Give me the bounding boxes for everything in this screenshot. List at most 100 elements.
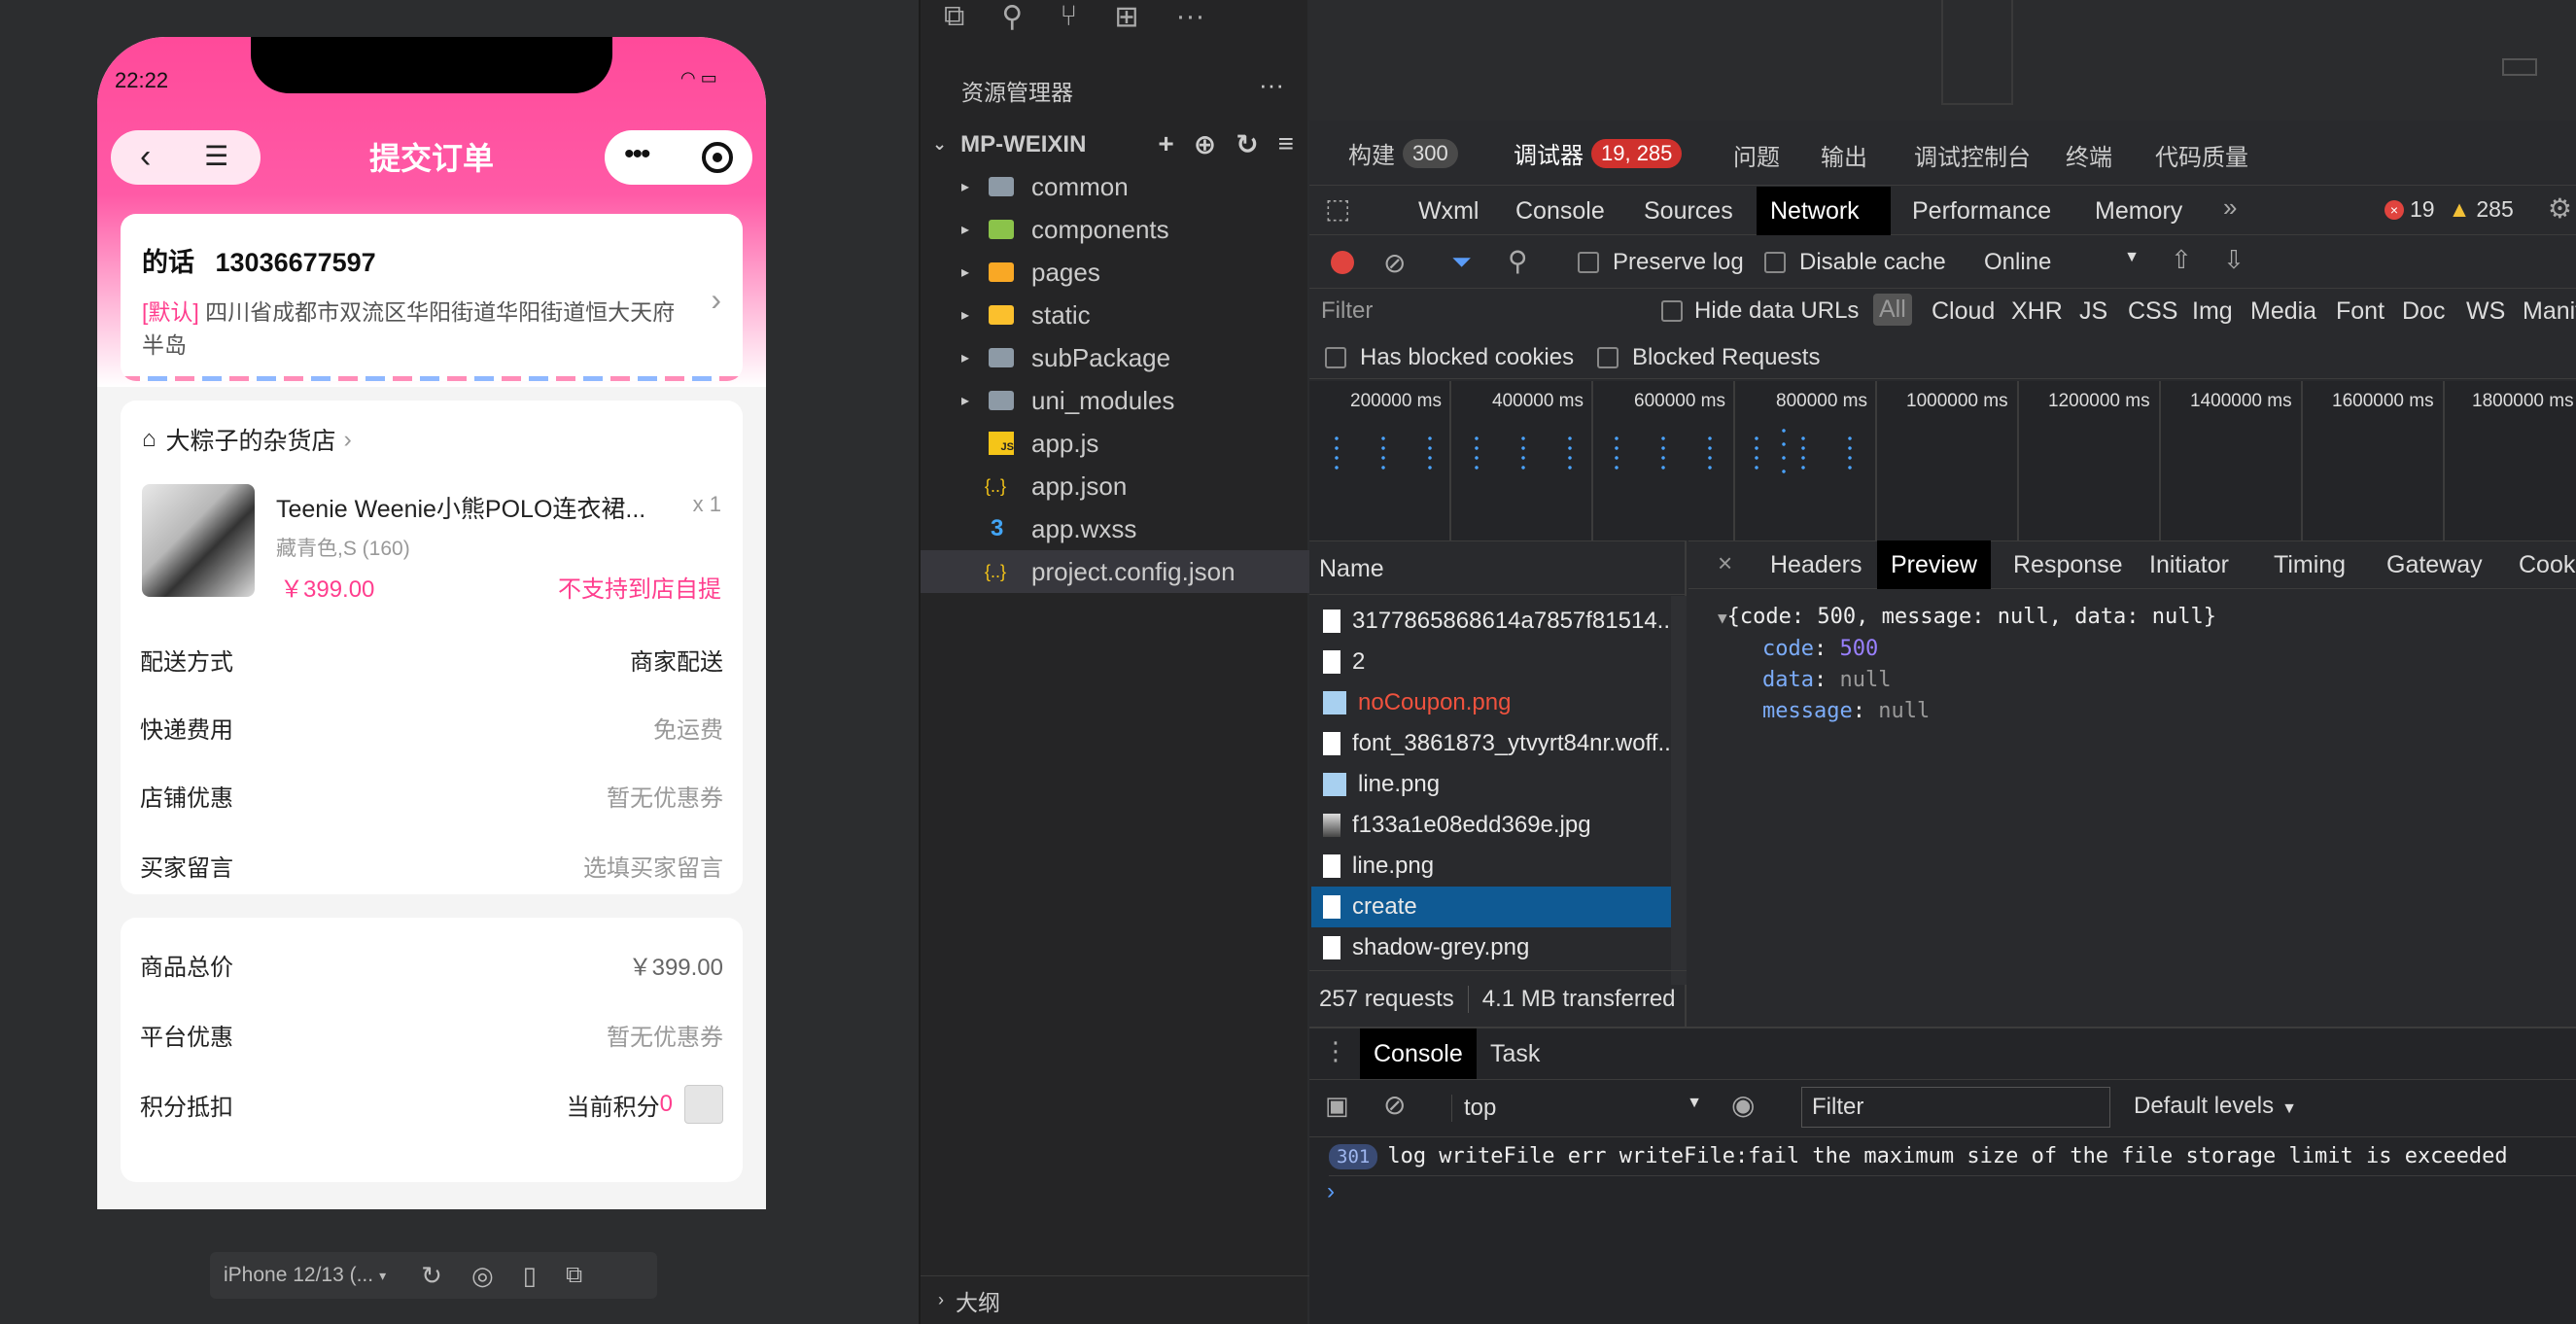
tab-code-quality[interactable]: 代码质量 [2155,138,2248,172]
drawer-menu-icon[interactable]: ⋮ [1323,1036,1348,1066]
eye-icon[interactable]: ◉ [1731,1089,1755,1121]
blocked-cookies-toggle[interactable]: Has blocked cookies [1325,344,1574,371]
tree-item-file[interactable]: JS app.js [921,422,1309,465]
record-icon[interactable] [1331,251,1354,274]
tab-network[interactable]: Network [1757,187,1891,235]
tree-item-folder[interactable]: ▸ components [921,208,1309,251]
more-icon[interactable]: ··· [1176,0,1205,34]
console-message[interactable]: 301 log writeFile err writeFile:fail the… [1329,1137,2576,1176]
tab-gateway[interactable]: Gateway [2373,540,2496,589]
tab-terminal[interactable]: 终端 [2066,138,2112,172]
request-row-selected[interactable]: create [1311,887,1671,927]
filter-icon[interactable]: ⏷ [1451,247,1472,278]
tree-item-file[interactable]: {..} app.json [921,465,1309,507]
filter-all[interactable]: All [1873,294,1912,326]
gear-icon[interactable]: ⚙ [2548,192,2572,225]
new-file-icon[interactable]: + [1158,128,1173,160]
filter-img[interactable]: Img [2192,297,2233,326]
throttle-select[interactable]: Online ▼ [1984,249,2140,276]
request-row[interactable]: 3177865868614a7857f81514.. [1311,601,1671,642]
issue-counters[interactable]: × 19 ▲ 285 [2385,196,2514,223]
scrollbar[interactable] [1671,596,1687,985]
drawer-tab-task[interactable]: Task [1477,1028,1553,1079]
tab-wxml[interactable]: Wxml [1405,187,1492,235]
tab-issues[interactable]: 问题 [1733,138,1780,172]
clear-icon[interactable]: ⊘ [1383,247,1406,279]
record-icon[interactable]: ◎ [471,1261,494,1291]
console-prompt-icon[interactable]: › [1327,1178,1335,1205]
timeline-overview[interactable]: 200000 ms 400000 ms 600000 ms 800000 ms … [1309,381,2576,540]
tab-debugger[interactable]: 调试器 19, 285 [1514,136,1683,170]
checkbox[interactable] [1325,347,1346,368]
product-image[interactable] [142,484,255,597]
filter-css[interactable]: CSS [2128,297,2177,326]
request-row[interactable]: 2 [1311,642,1671,682]
filter-input[interactable]: Filter [1321,297,1642,325]
files-icon[interactable]: ⧉ [944,0,964,34]
tab-console[interactable]: Console [1502,187,1619,235]
triangle-down-icon[interactable]: ▼ [1718,609,1727,627]
tab-timing[interactable]: Timing [2260,540,2359,589]
panel-icon[interactable] [2502,58,2537,76]
filter-js[interactable]: JS [2079,297,2107,326]
tab-response[interactable]: Response [2000,540,2137,589]
request-row[interactable]: line.png [1311,764,1671,805]
tab-debug-console[interactable]: 调试控制台 [1914,138,2031,172]
more-icon[interactable]: ••• [624,138,650,171]
filter-ws[interactable]: WS [2466,297,2505,326]
request-row[interactable]: font_3861873_ytvyrt84nr.woff.. [1311,723,1671,764]
download-icon[interactable]: ⇩ [2223,245,2245,275]
close-icon[interactable]: × [1718,548,1732,578]
device-select[interactable]: iPhone 12/13 (... [224,1264,373,1287]
summary-row[interactable]: 平台优惠 暂无优惠券 [140,1015,723,1054]
tree-item-file[interactable]: {..} project.config.json [921,550,1309,593]
upload-icon[interactable]: ⇧ [2171,245,2192,275]
tab-headers[interactable]: Headers [1757,540,1876,589]
clear-console-icon[interactable]: ⊘ [1383,1089,1406,1121]
filter-doc[interactable]: Doc [2402,297,2445,326]
refresh-icon[interactable]: ↻ [1236,128,1258,160]
tab-initiator[interactable]: Initiator [2136,540,2243,589]
extensions-icon[interactable]: ⊞ [1114,0,1138,34]
tree-item-folder[interactable]: ▸ static [921,294,1309,336]
product-title[interactable]: Teenie Weenie小熊POLO连衣裙... [276,490,645,525]
request-row[interactable]: f133a1e08edd369e.jpg [1311,805,1671,846]
order-row[interactable]: 配送方式 商家配送 [140,640,723,679]
blocked-requests-toggle[interactable]: Blocked Requests [1597,344,1820,371]
tab-performance[interactable]: Performance [1898,187,2065,235]
log-levels-select[interactable]: Default levels ▼ [2134,1093,2297,1120]
request-row[interactable]: line.png [1311,846,1671,887]
tab-cookies[interactable]: Cooki [2505,540,2576,589]
points-checkbox[interactable] [684,1085,723,1124]
phone-icon[interactable]: ▯ [523,1261,537,1291]
order-row[interactable]: 买家留言 选填买家留言 [140,846,723,885]
more-icon[interactable]: ··· [1259,70,1284,100]
rotate-icon[interactable]: ↻ [421,1261,442,1291]
miniprogram-capsule[interactable]: ••• [605,130,752,185]
new-folder-icon[interactable]: ⊕ [1194,128,1216,160]
hide-data-urls-toggle[interactable]: Hide data URLs [1661,297,1859,325]
collapse-icon[interactable]: ≡ [1278,128,1294,160]
tree-item-folder[interactable]: ▸ uni_modules [921,379,1309,422]
tab-sources[interactable]: Sources [1630,187,1747,235]
tab-output[interactable]: 输出 [1821,138,1867,172]
tree-item-folder[interactable]: ▸ subPackage [921,336,1309,379]
order-row[interactable]: 店铺优惠 暂无优惠券 [140,776,723,815]
preview-tree[interactable]: ▼{code: 500, message: null, data: null} [1718,605,2216,629]
checkbox[interactable] [1597,347,1619,368]
tree-item-folder[interactable]: ▸ common [921,165,1309,208]
preserve-log-toggle[interactable]: Preserve log [1578,249,1744,276]
sidebar-toggle-icon[interactable]: ▣ [1325,1091,1349,1121]
address-card[interactable]: 的话 13036677597 [默认] 四川省成都市双流区华阳街道华阳街道恒大天… [121,214,743,381]
inspect-icon[interactable]: ⬚ [1325,192,1350,225]
checkbox[interactable] [1578,252,1599,273]
filter-cloud[interactable]: Cloud [1932,297,1995,326]
window-icon[interactable]: ⧉ [566,1262,582,1289]
more-tabs-icon[interactable]: » [2223,192,2237,223]
order-row[interactable]: 快递费用 免运费 [140,708,723,747]
filter-manifest[interactable]: Manif [2523,297,2576,326]
close-circle-icon[interactable] [702,142,733,173]
context-select[interactable]: top ▼ [1451,1095,1702,1122]
tab-memory[interactable]: Memory [2081,187,2196,235]
search-icon[interactable]: ⚲ [1508,245,1528,277]
